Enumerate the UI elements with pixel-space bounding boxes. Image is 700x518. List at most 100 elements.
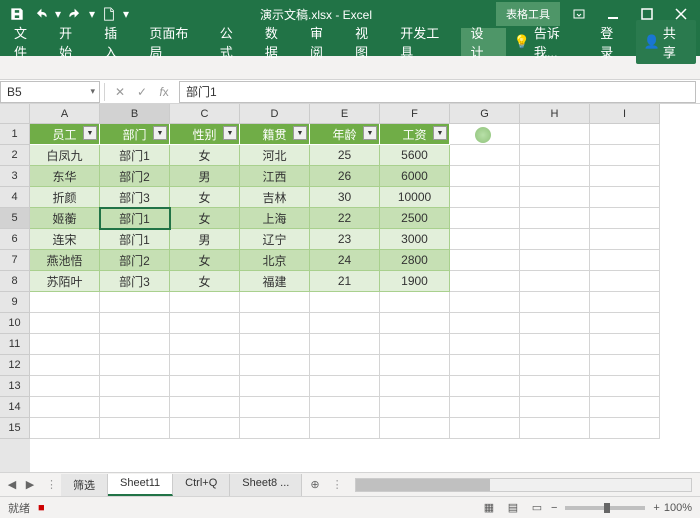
sheet-nav-prev[interactable]: ◀ — [4, 477, 20, 493]
col-header-H[interactable]: H — [520, 104, 590, 124]
cell-F10[interactable] — [380, 313, 450, 334]
cell-H13[interactable] — [520, 376, 590, 397]
cell-A12[interactable] — [30, 355, 100, 376]
page-layout-view-button[interactable]: ▤ — [503, 500, 523, 516]
cell-H15[interactable] — [520, 418, 590, 439]
cell-H12[interactable] — [520, 355, 590, 376]
ribbon-options-button[interactable] — [564, 3, 594, 25]
filter-button-员工[interactable]: ▼ — [83, 126, 97, 140]
row-header-3[interactable]: 3 — [0, 166, 30, 187]
login-button[interactable]: 登录 — [590, 28, 635, 56]
cell-B7[interactable]: 部门2 — [100, 250, 170, 271]
cell-B5[interactable]: 部门1 — [100, 208, 170, 229]
cell-C5[interactable]: 女 — [170, 208, 240, 229]
cell-E1[interactable]: 年龄▼ — [310, 124, 380, 145]
cell-E15[interactable] — [310, 418, 380, 439]
cell-A2[interactable]: 白凤九 — [30, 145, 100, 166]
cell-H11[interactable] — [520, 334, 590, 355]
cell-D15[interactable] — [240, 418, 310, 439]
cell-I4[interactable] — [590, 187, 660, 208]
cell-C2[interactable]: 女 — [170, 145, 240, 166]
cell-B2[interactable]: 部门1 — [100, 145, 170, 166]
new-file-button[interactable] — [98, 3, 120, 25]
cell-F15[interactable] — [380, 418, 450, 439]
cell-B12[interactable] — [100, 355, 170, 376]
cell-A7[interactable]: 燕池悟 — [30, 250, 100, 271]
cell-D1[interactable]: 籍贯▼ — [240, 124, 310, 145]
cell-C6[interactable]: 男 — [170, 229, 240, 250]
col-header-E[interactable]: E — [310, 104, 380, 124]
tab-审阅[interactable]: 审阅 — [300, 28, 345, 56]
tab-数据[interactable]: 数据 — [255, 28, 300, 56]
cell-E5[interactable]: 22 — [310, 208, 380, 229]
col-header-B[interactable]: B — [100, 104, 170, 124]
tab-公式[interactable]: 公式 — [210, 28, 255, 56]
cell-H7[interactable] — [520, 250, 590, 271]
row-header-10[interactable]: 10 — [0, 313, 30, 334]
cell-H6[interactable] — [520, 229, 590, 250]
cell-G5[interactable] — [450, 208, 520, 229]
cell-I10[interactable] — [590, 313, 660, 334]
cell-A5[interactable]: 姬蘅 — [30, 208, 100, 229]
cell-D7[interactable]: 北京 — [240, 250, 310, 271]
cell-D14[interactable] — [240, 397, 310, 418]
cell-E11[interactable] — [310, 334, 380, 355]
cell-A14[interactable] — [30, 397, 100, 418]
cell-E13[interactable] — [310, 376, 380, 397]
cell-B8[interactable]: 部门3 — [100, 271, 170, 292]
cell-B11[interactable] — [100, 334, 170, 355]
formula-input[interactable]: 部门1 — [179, 81, 696, 103]
sheet-nav-next[interactable]: ▶ — [22, 477, 38, 493]
horizontal-scrollbar[interactable] — [355, 478, 692, 492]
cell-F6[interactable]: 3000 — [380, 229, 450, 250]
cell-C8[interactable]: 女 — [170, 271, 240, 292]
cell-A4[interactable]: 折颜 — [30, 187, 100, 208]
accept-formula-button[interactable]: ✓ — [131, 81, 153, 103]
cell-H8[interactable] — [520, 271, 590, 292]
cell-F12[interactable] — [380, 355, 450, 376]
cell-A6[interactable]: 连宋 — [30, 229, 100, 250]
row-header-15[interactable]: 15 — [0, 418, 30, 439]
sheet-tab-Sheet11[interactable]: Sheet11 — [108, 474, 173, 496]
cell-G6[interactable] — [450, 229, 520, 250]
cell-F11[interactable] — [380, 334, 450, 355]
cell-B4[interactable]: 部门3 — [100, 187, 170, 208]
row-header-7[interactable]: 7 — [0, 250, 30, 271]
cell-G11[interactable] — [450, 334, 520, 355]
cell-G4[interactable] — [450, 187, 520, 208]
cell-C7[interactable]: 女 — [170, 250, 240, 271]
cell-A8[interactable]: 苏陌叶 — [30, 271, 100, 292]
row-header-14[interactable]: 14 — [0, 397, 30, 418]
cell-E10[interactable] — [310, 313, 380, 334]
row-header-11[interactable]: 11 — [0, 334, 30, 355]
cell-F5[interactable]: 2500 — [380, 208, 450, 229]
cell-C14[interactable] — [170, 397, 240, 418]
row-header-12[interactable]: 12 — [0, 355, 30, 376]
cell-B10[interactable] — [100, 313, 170, 334]
cell-E12[interactable] — [310, 355, 380, 376]
cell-H3[interactable] — [520, 166, 590, 187]
cell-I9[interactable] — [590, 292, 660, 313]
cells-area[interactable]: 员工▼部门▼性别▼籍贯▼年龄▼工资▼白凤九部门1女河北255600东华部门2男江… — [30, 124, 700, 439]
cell-F8[interactable]: 1900 — [380, 271, 450, 292]
cell-G14[interactable] — [450, 397, 520, 418]
fx-button[interactable]: fx — [153, 81, 175, 103]
cell-B13[interactable] — [100, 376, 170, 397]
redo-dropdown[interactable]: ▾ — [88, 3, 96, 25]
minimize-button[interactable] — [598, 3, 628, 25]
cell-E6[interactable]: 23 — [310, 229, 380, 250]
cell-E9[interactable] — [310, 292, 380, 313]
cell-F9[interactable] — [380, 292, 450, 313]
cell-C11[interactable] — [170, 334, 240, 355]
select-all-corner[interactable] — [0, 104, 30, 124]
cell-D10[interactable] — [240, 313, 310, 334]
cell-H14[interactable] — [520, 397, 590, 418]
zoom-slider[interactable] — [565, 506, 645, 510]
cell-C3[interactable]: 男 — [170, 166, 240, 187]
tab-文件[interactable]: 文件 — [4, 28, 49, 56]
tell-me[interactable]: 💡 告诉我... — [506, 23, 591, 61]
qat-customize[interactable]: ▾ — [122, 3, 130, 25]
filter-button-性别[interactable]: ▼ — [223, 126, 237, 140]
redo-button[interactable] — [64, 3, 86, 25]
cell-C1[interactable]: 性别▼ — [170, 124, 240, 145]
